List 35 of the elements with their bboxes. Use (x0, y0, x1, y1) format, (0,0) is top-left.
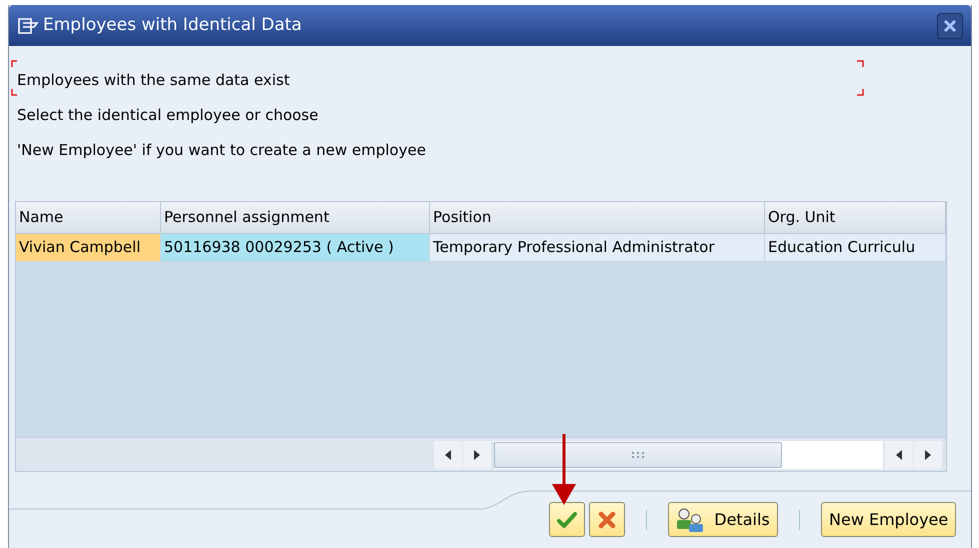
grip-icon (632, 452, 644, 458)
confirm-button[interactable] (549, 502, 585, 537)
window-title: Employees with Identical Data (43, 14, 302, 37)
people-icon (676, 508, 704, 532)
right-arrow-icon (925, 450, 931, 460)
message-text: 'New Employee' if you want to create a new employee (17, 140, 426, 161)
scroll-left-button[interactable] (885, 440, 914, 468)
right-arrow-icon (474, 450, 480, 460)
cancel-button[interactable] (589, 502, 625, 537)
table-cell: 50116938 00029253 ( Active ) (161, 234, 430, 261)
column-header[interactable]: Org. Unit (765, 202, 946, 233)
table-cell: Temporary Professional Administrator (430, 234, 765, 261)
column-header[interactable]: Name (16, 202, 161, 233)
checkmark-icon (557, 510, 577, 528)
column-header[interactable]: Position (430, 202, 765, 233)
window-icon (17, 16, 39, 34)
message-text: Select the identical employee or choose (17, 105, 318, 126)
close-icon (598, 510, 616, 528)
details-button[interactable]: Details (668, 502, 778, 537)
table-cell: Vivian Campbell (16, 234, 161, 261)
focus-bracket-icon (857, 60, 864, 96)
close-icon (943, 18, 957, 32)
column-header[interactable]: Personnel assignment (161, 202, 430, 233)
scroll-right-button[interactable] (914, 440, 942, 468)
message-text: Employees with the same data exist (17, 70, 290, 91)
scroll-right-button[interactable] (462, 440, 491, 468)
new-employee-button[interactable]: New Employee (821, 502, 956, 537)
annotation-arrow (550, 434, 578, 506)
table-cell: Education Curriculu (765, 234, 946, 261)
focus-bracket-icon (11, 60, 18, 96)
left-arrow-icon (444, 450, 451, 460)
scrollbar-thumb[interactable] (494, 442, 782, 468)
scroll-left-button[interactable] (434, 440, 462, 468)
left-arrow-icon (896, 450, 902, 460)
close-button[interactable] (937, 12, 963, 38)
